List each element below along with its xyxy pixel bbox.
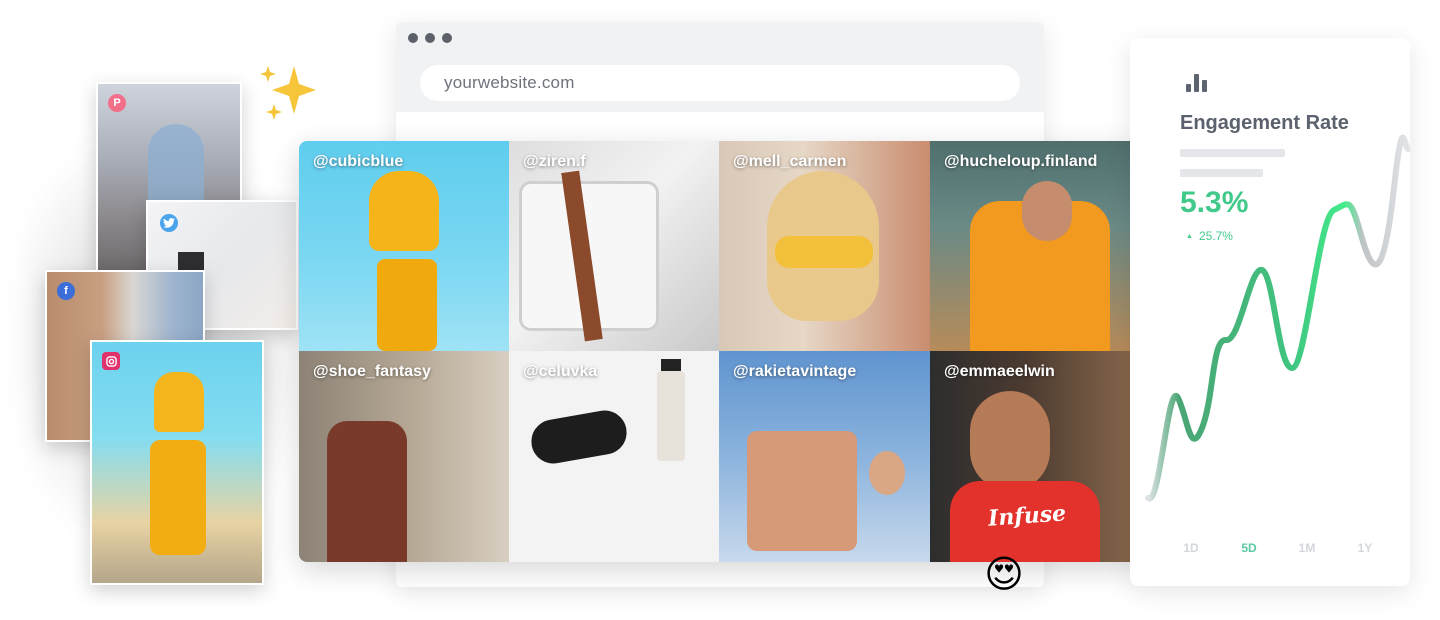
engagement-title: Engagement Rate (1180, 112, 1349, 134)
post-image (509, 351, 719, 562)
time-range-tabs: 1D 5D 1M 1Y (1162, 541, 1394, 555)
tshirt-print: Infuse (987, 500, 1067, 532)
post-handle: @shoe_fantasy (313, 363, 431, 380)
address-bar[interactable]: yourwebsite.com (420, 65, 1020, 101)
feed-post[interactable]: @ziren.f (509, 141, 719, 351)
post-handle: @emmaeelwin (944, 363, 1055, 380)
heart-eyes-emoji-icon: 😍 (984, 554, 1024, 596)
post-handle: @hucheloup.finland (944, 153, 1098, 170)
instagram-icon (102, 352, 120, 370)
feed-post[interactable]: @hucheloup.finland (930, 141, 1140, 351)
window-dot-icon (442, 33, 452, 43)
change-value: 25.7% (1198, 229, 1233, 243)
post-handle: @ziren.f (523, 153, 586, 170)
post-image (719, 351, 930, 562)
feed-post[interactable]: @cubicblue (299, 141, 509, 351)
post-image (930, 351, 1140, 562)
post-image (930, 141, 1140, 351)
post-handle: @rakietavintage (733, 363, 857, 380)
post-image (299, 141, 509, 351)
range-tab-1d[interactable]: 1D (1162, 541, 1220, 555)
twitter-icon (160, 214, 178, 232)
post-handle: @cubicblue (313, 153, 404, 170)
post-image (719, 141, 930, 351)
engagement-value: 5.3% (1180, 186, 1249, 219)
feed-post[interactable]: @rakietavintage (719, 351, 930, 562)
range-tab-1y[interactable]: 1Y (1336, 541, 1394, 555)
post-image (299, 351, 509, 562)
post-handle: @mell_carmen (733, 153, 847, 170)
up-arrow-icon: ▲ (1186, 233, 1193, 240)
engagement-change: ▲ 25.7% (1186, 229, 1233, 243)
bar-chart-icon (1186, 74, 1208, 92)
facebook-icon: f (57, 282, 75, 300)
engagement-card: Engagement Rate 5.3% ▲ 25.7% 1D 5D 1M 1Y (1130, 38, 1410, 586)
address-bar-url: yourwebsite.com (444, 73, 575, 92)
post-handle: @celuvka (523, 363, 598, 380)
sparkles-icon (258, 62, 322, 131)
instagram-photo (92, 342, 262, 583)
pinterest-icon: P (108, 94, 126, 112)
feed-post[interactable]: Infuse @emmaeelwin (930, 351, 1140, 562)
instagram-card (90, 340, 264, 585)
range-tab-5d[interactable]: 5D (1220, 541, 1278, 555)
browser-toolbar: yourwebsite.com (396, 22, 1044, 112)
post-image (509, 141, 719, 351)
placeholder-line (1180, 169, 1263, 177)
instagram-feed-grid: @cubicblue @ziren.f @mell_carmen @huchel… (299, 141, 1140, 562)
feed-post[interactable]: @shoe_fantasy (299, 351, 509, 562)
window-dot-icon (408, 33, 418, 43)
feed-post[interactable]: @celuvka (509, 351, 719, 562)
range-tab-1m[interactable]: 1M (1278, 541, 1336, 555)
feed-post[interactable]: @mell_carmen (719, 141, 930, 351)
window-dot-icon (425, 33, 435, 43)
placeholder-line (1180, 149, 1285, 157)
